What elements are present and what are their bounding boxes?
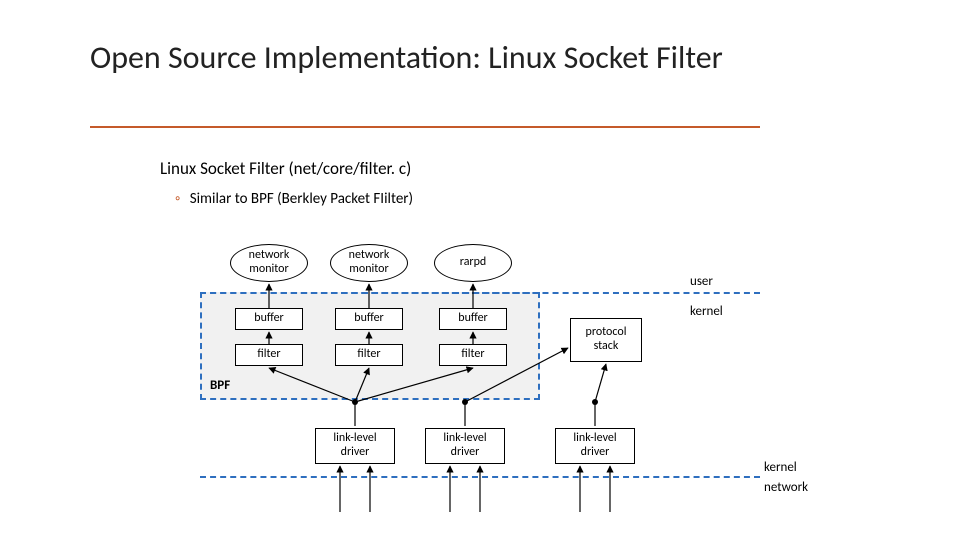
- buffer-1: buffer: [235, 308, 303, 330]
- kernel-label: kernel: [690, 304, 723, 319]
- user-label: user: [690, 274, 713, 289]
- link-level-driver-2: link-level driver: [425, 428, 505, 464]
- link-level-driver-1: link-level driver: [315, 428, 395, 464]
- user-kernel-divider: [200, 292, 760, 294]
- bullet-line: ◦ Similar to BPF (Berkley Packet FIilter…: [175, 190, 413, 208]
- filter-1: filter: [235, 344, 303, 366]
- bullet-dot: ◦: [175, 190, 180, 208]
- buffer-2: buffer: [335, 308, 403, 330]
- network-label: network: [764, 480, 808, 495]
- network-monitor-1: network monitor: [230, 244, 308, 282]
- link-level-driver-3: link-level driver: [555, 428, 635, 464]
- buffer-3: buffer: [439, 308, 507, 330]
- kernel-network-divider: [200, 476, 760, 478]
- filter-2: filter: [335, 344, 403, 366]
- diagram-area: BPF network monitor network monitor rarp…: [200, 230, 820, 530]
- title-underline: [90, 126, 760, 128]
- bpf-label: BPF: [210, 378, 230, 393]
- filter-3: filter: [439, 344, 507, 366]
- bullet-text: Similar to BPF (Berkley Packet FIilter): [190, 190, 413, 208]
- protocol-stack: protocol stack: [570, 318, 642, 362]
- slide-title: Open Source Implementation: Linux Socket…: [90, 40, 870, 77]
- network-monitor-2: network monitor: [330, 244, 408, 282]
- subtitle: Linux Socket Filter (net/core/filter. c): [160, 158, 411, 179]
- rarpd: rarpd: [434, 244, 512, 282]
- kernel-label-2: kernel: [764, 460, 797, 475]
